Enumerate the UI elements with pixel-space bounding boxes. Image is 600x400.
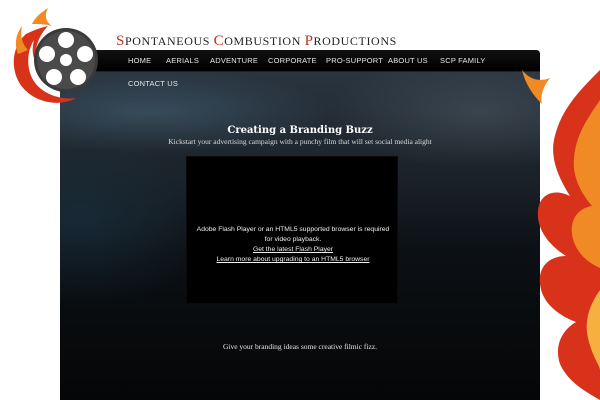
nav-item-corporate[interactable]: CORPORATE [268, 56, 317, 65]
site-title-rest-2: ombustion [224, 34, 305, 48]
site-title[interactable]: Spontaneous Combustion Productions [116, 33, 397, 50]
video-message-line-1: Adobe Flash Player or an HTML5 supported… [196, 226, 390, 233]
nav-item-scp-family[interactable]: SCP FAMILY [440, 56, 486, 65]
video-message-line-2: for video playback. [264, 236, 322, 243]
site-title-cap-1: S [116, 33, 125, 49]
nav-item-pro-support[interactable]: PRO-SUPPORT [326, 56, 383, 65]
hero-headline: Creating a Branding Buzz [227, 125, 373, 136]
video-fallback-message: Adobe Flash Player or an HTML5 supported… [187, 225, 399, 265]
nav-item-contact-us[interactable]: CONTACT US [128, 79, 178, 88]
main-nav: HOME AERIALS ADVENTURE CORPORATE PRO-SUP… [60, 50, 540, 72]
video-player[interactable]: Adobe Flash Player or an HTML5 supported… [186, 156, 398, 304]
film-reel-flame-logo-icon[interactable] [6, 4, 110, 108]
site-title-rest-1: pontaneous [124, 34, 214, 48]
html5-upgrade-link[interactable]: Learn more about upgrading to an HTML5 b… [187, 255, 399, 265]
site-title-rest-3: roductions [313, 34, 397, 48]
hero-section: CONTACT US Creating a Branding Buzz Kick… [60, 72, 540, 400]
nav-item-home[interactable]: HOME [128, 56, 151, 65]
branding-tagline: Give your branding ideas some creative f… [222, 342, 378, 351]
get-flash-player-link[interactable]: Get the latest Flash Player [187, 245, 399, 255]
nav-item-about-us[interactable]: ABOUT US [388, 56, 428, 65]
hero-subhead: Kickstart your advertising campaign with… [168, 137, 432, 146]
flames-decoration-icon [522, 70, 600, 400]
content-frame: HOME AERIALS ADVENTURE CORPORATE PRO-SUP… [60, 50, 540, 400]
site-title-cap-3: P [304, 33, 314, 49]
nav-item-aerials[interactable]: AERIALS [166, 56, 199, 65]
nav-item-adventure[interactable]: ADVENTURE [210, 56, 258, 65]
site-title-cap-2: C [213, 33, 225, 49]
